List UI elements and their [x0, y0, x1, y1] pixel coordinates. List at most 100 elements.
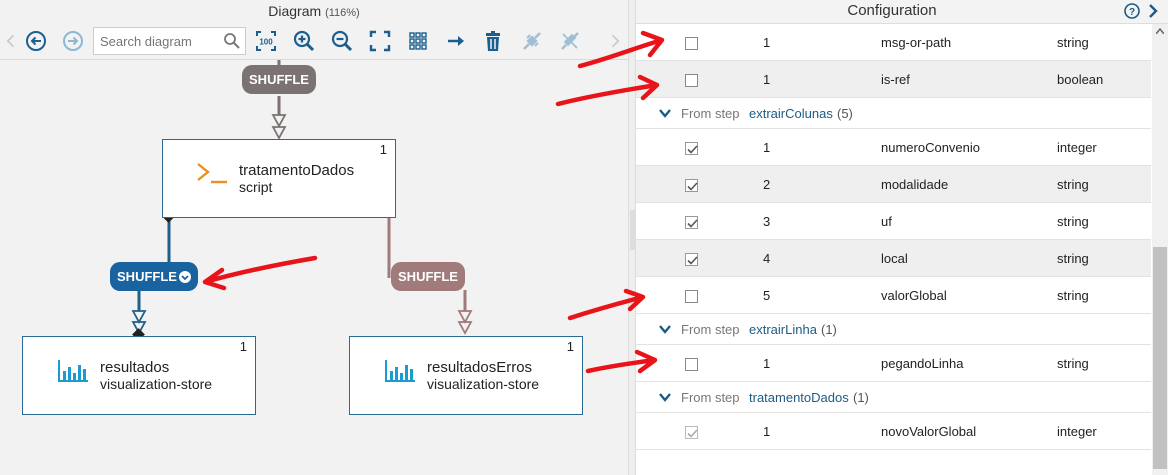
field-index: 1 — [763, 140, 771, 155]
back-icon[interactable] — [23, 28, 49, 54]
field-index: 3 — [763, 214, 771, 229]
field-checkbox[interactable] — [685, 253, 698, 266]
chevron-right-icon[interactable] — [606, 28, 624, 54]
zoom-100-label: 100 — [259, 38, 273, 47]
field-index: 2 — [763, 177, 771, 192]
configuration-title: Configuration — [847, 2, 937, 19]
search-diagram-field[interactable] — [93, 27, 246, 55]
shuffle-top-label: SHUFFLE — [249, 72, 309, 87]
scroll-thumb[interactable] — [1153, 247, 1167, 469]
node-count: 1 — [239, 339, 247, 354]
step-group-header[interactable]: From step extrairColunas (5) — [636, 98, 1151, 129]
field-row[interactable]: 5 valorGlobal string — [636, 277, 1151, 314]
chevron-down-circle-icon[interactable] — [178, 270, 191, 283]
field-name: valorGlobal — [881, 288, 947, 303]
diagram-title: Diagram — [268, 3, 322, 19]
chevron-down-icon[interactable] — [659, 109, 671, 118]
field-name: is-ref — [881, 72, 910, 87]
step-name: extrairColunas — [749, 106, 833, 121]
node-name: resultados — [100, 359, 170, 376]
diagram-pane: Diagram (116%) 100 — [0, 0, 628, 475]
node-kind: script — [239, 179, 273, 195]
field-row[interactable]: 1 pegandoLinha string — [636, 345, 1151, 382]
field-checkbox[interactable] — [685, 290, 698, 303]
zoom-in-icon[interactable] — [291, 28, 317, 54]
node-kind: visualization-store — [100, 376, 213, 392]
search-input[interactable] — [94, 28, 219, 54]
help-icon[interactable]: ? — [1124, 3, 1140, 19]
field-name: msg-or-path — [881, 35, 952, 50]
step-field-count: (1) — [821, 322, 837, 337]
shuffle-left-label: SHUFFLE — [117, 269, 177, 284]
shuffle-right[interactable]: SHUFFLE — [391, 262, 465, 291]
field-name: uf — [881, 214, 892, 229]
field-checkbox[interactable] — [685, 142, 698, 155]
field-type: integer — [1057, 424, 1097, 439]
node-resultados[interactable]: 1 resultados visualization-store — [22, 336, 256, 415]
node-count: 1 — [566, 339, 574, 354]
field-name: modalidade — [881, 177, 949, 192]
field-checkbox[interactable] — [685, 216, 698, 229]
node-count: 1 — [379, 142, 387, 157]
fit-screen-icon[interactable] — [367, 28, 393, 54]
field-index: 1 — [763, 72, 771, 87]
step-group-header[interactable]: From step tratamentoDados (1) — [636, 382, 1151, 413]
chevron-down-icon[interactable] — [659, 393, 671, 402]
node-resultados-erros[interactable]: 1 resultadosErros visualization-store — [349, 336, 583, 415]
arrow-head-icon — [271, 114, 287, 140]
step-field-count: (5) — [837, 106, 853, 121]
field-row[interactable]: 1 novoValorGlobal integer — [636, 413, 1151, 450]
from-step-label: From step — [681, 390, 740, 405]
field-type: string — [1057, 356, 1089, 371]
scroll-up-icon[interactable] — [1156, 28, 1164, 34]
chevron-down-icon[interactable] — [659, 325, 671, 334]
field-checkbox[interactable] — [685, 358, 698, 371]
shuffle-left[interactable]: SHUFFLE — [110, 262, 198, 291]
field-type: string — [1057, 35, 1089, 50]
bar-chart-icon — [58, 360, 88, 382]
field-name: numeroConvenio — [881, 140, 981, 155]
configuration-header: Configuration ? — [636, 0, 1168, 24]
field-row[interactable]: 1 numeroConvenio integer — [636, 129, 1151, 166]
chevron-left-icon[interactable] — [2, 28, 20, 54]
field-row[interactable]: 4 local string — [636, 240, 1151, 277]
field-name: pegandoLinha — [881, 356, 964, 371]
field-row[interactable]: 1 msg-or-path string — [636, 24, 1151, 61]
field-name: novoValorGlobal — [881, 424, 977, 439]
node-name: tratamentoDados — [239, 162, 355, 179]
scrollbar[interactable] — [1152, 24, 1168, 475]
zoom-100-icon[interactable]: 100 — [253, 28, 279, 54]
field-checkbox — [685, 426, 698, 439]
pane-splitter[interactable] — [628, 0, 636, 475]
trash-icon[interactable] — [480, 28, 506, 54]
splitter-grip[interactable] — [630, 210, 635, 250]
shuffle-top[interactable]: SHUFFLE — [242, 65, 316, 94]
arrow-head-icon — [457, 310, 473, 335]
field-type: string — [1057, 288, 1089, 303]
field-row[interactable]: 2 modalidade string — [636, 166, 1151, 203]
field-index: 1 — [763, 356, 771, 371]
field-checkbox[interactable] — [685, 179, 698, 192]
field-checkbox[interactable] — [685, 74, 698, 87]
diagram-canvas[interactable]: SHUFFLE 1 tratamentoDados script SHUFFLE… — [0, 60, 628, 475]
step-group-header[interactable]: From step extrairLinha (1) — [636, 314, 1151, 345]
node-name: resultadosErros — [427, 359, 533, 376]
search-icon[interactable] — [223, 32, 241, 50]
diagram-toolbar: 100 — [0, 24, 628, 58]
field-row[interactable]: 3 uf string — [636, 203, 1151, 240]
disconnect-icon[interactable] — [557, 28, 583, 54]
field-checkbox[interactable] — [685, 37, 698, 50]
zoom-out-icon[interactable] — [329, 28, 355, 54]
diagram-title-bar: Diagram (116%) — [0, 0, 628, 22]
bar-chart-icon — [385, 360, 415, 382]
from-step-label: From step — [681, 322, 740, 337]
node-tratamento-dados[interactable]: 1 tratamentoDados script — [162, 139, 396, 218]
grid-icon[interactable] — [405, 28, 431, 54]
forward-icon[interactable] — [60, 28, 86, 54]
field-row[interactable]: 1 is-ref boolean — [636, 61, 1151, 98]
from-step-label: From step — [681, 106, 740, 121]
chevron-right-icon[interactable] — [1146, 3, 1160, 19]
connect-icon[interactable] — [519, 28, 545, 54]
arrow-right-icon[interactable] — [443, 28, 469, 54]
field-name: local — [881, 251, 908, 266]
